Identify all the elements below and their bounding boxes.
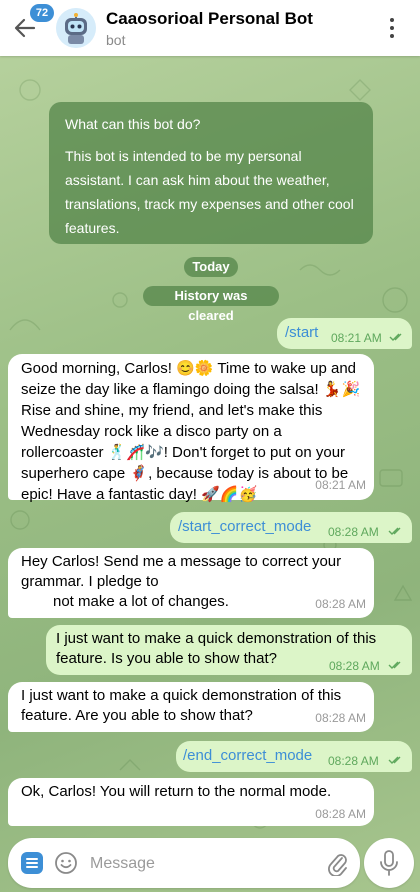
service-message: History was cleared — [143, 286, 279, 323]
double-check-icon — [388, 661, 401, 669]
message-bubble-in[interactable]: Ok, Carlos! You will return to the norma… — [8, 778, 374, 826]
message-bubble-out[interactable]: /start 08:21 AM — [277, 318, 412, 349]
bot-avatar[interactable] — [56, 8, 96, 48]
unread-count-badge: 72 — [30, 4, 54, 22]
more-vertical-icon — [390, 18, 394, 22]
message-time: 08:28 AM — [328, 754, 379, 768]
message-time: 08:21 AM — [315, 478, 366, 492]
message-time: 08:28 AM — [328, 525, 379, 539]
message-bubble-out[interactable]: I just want to make a quick demonstratio… — [46, 625, 412, 675]
paperclip-icon[interactable] — [326, 850, 348, 876]
menu-line — [26, 866, 38, 868]
info-card-title: What can this bot do? — [65, 116, 201, 132]
double-check-icon — [388, 527, 401, 535]
chat-status: bot — [106, 32, 126, 48]
chat-title[interactable]: Caaosorioal Personal Bot — [106, 9, 313, 29]
message-text-continued: not make a lot of changes. — [53, 593, 229, 610]
command-link[interactable]: /end_correct_mode — [183, 746, 312, 766]
message-text: I just want to make a quick demonstratio… — [21, 687, 342, 724]
message-time: 08:28 AM — [315, 807, 366, 821]
menu-line — [26, 862, 38, 864]
double-check-icon — [389, 333, 402, 341]
menu-dot — [390, 26, 394, 30]
message-bubble-out[interactable]: /end_correct_mode 08:28 AM — [176, 741, 412, 772]
date-divider: Today — [184, 257, 238, 277]
smile-icon[interactable] — [54, 851, 78, 875]
more-menu-button[interactable] — [384, 16, 400, 40]
robot-avatar-icon — [56, 8, 96, 48]
message-bubble-in[interactable]: Hey Carlos! Send me a message to correct… — [8, 548, 374, 618]
voice-record-button[interactable] — [364, 838, 414, 888]
double-check-icon — [388, 756, 401, 764]
message-composer — [8, 838, 360, 888]
command-link[interactable]: /start_correct_mode — [178, 517, 311, 537]
bot-info-card: What can this bot do? This bot is intend… — [49, 102, 373, 244]
message-text: Good morning, Carlos! 😊🌼 Time to wake up… — [21, 360, 361, 503]
message-input[interactable] — [88, 851, 322, 877]
message-time: 08:28 AM — [329, 659, 380, 673]
message-bubble-in[interactable]: I just want to make a quick demonstratio… — [8, 682, 374, 732]
message-bubble-out[interactable]: /start_correct_mode 08:28 AM — [170, 512, 412, 543]
info-card-body: This bot is intended to be my personal a… — [65, 148, 354, 236]
menu-line — [26, 858, 38, 860]
microphone-icon — [380, 850, 398, 876]
bot-menu-icon[interactable] — [21, 852, 43, 874]
message-bubble-in[interactable]: Good morning, Carlos! 😊🌼 Time to wake up… — [8, 354, 374, 503]
message-time: 08:21 AM — [331, 331, 382, 345]
message-time: 08:28 AM — [315, 711, 366, 725]
arrow-left-icon — [14, 18, 36, 38]
chat-header: 72 Caaosorioal Personal Bot bot — [0, 0, 420, 56]
message-text: Ok, Carlos! You will return to the norma… — [21, 783, 332, 800]
message-text: Hey Carlos! Send me a message to correct… — [21, 553, 342, 590]
menu-dot — [390, 34, 394, 38]
message-time: 08:28 AM — [315, 597, 366, 611]
command-link[interactable]: /start — [285, 323, 318, 343]
